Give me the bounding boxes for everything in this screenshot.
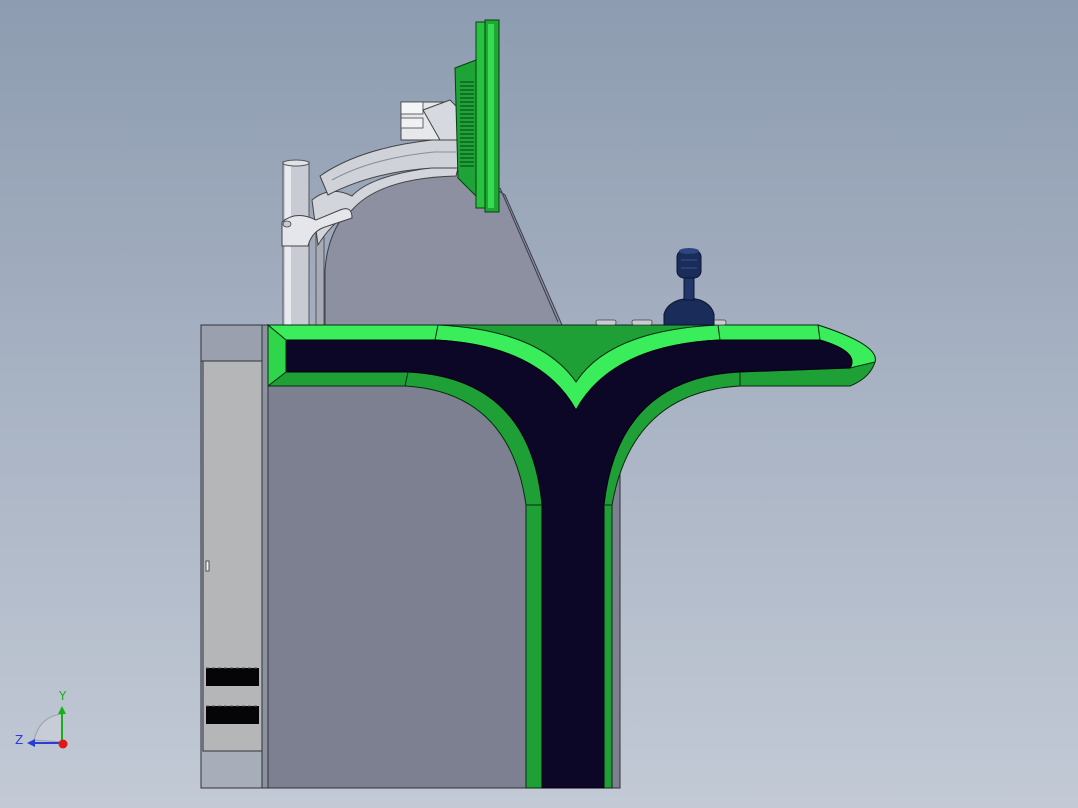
- z-axis-arrowhead: [27, 739, 35, 747]
- joystick: [663, 248, 715, 326]
- axis-triad: Y Z: [15, 689, 68, 749]
- cabinet-door: [202, 360, 263, 752]
- y-axis-label: Y: [58, 689, 67, 703]
- door-handle: [205, 560, 210, 572]
- cabinet: [200, 324, 269, 789]
- vent-slot-lower: [206, 706, 259, 724]
- y-axis-arrowhead: [58, 706, 66, 714]
- triad-quarter-disc: [33, 713, 63, 743]
- z-axis-label: Z: [15, 733, 23, 747]
- x-axis-indicator: [58, 739, 68, 749]
- vent-slot-upper: [206, 668, 259, 686]
- cad-viewport[interactable]: Y Z: [0, 0, 1078, 808]
